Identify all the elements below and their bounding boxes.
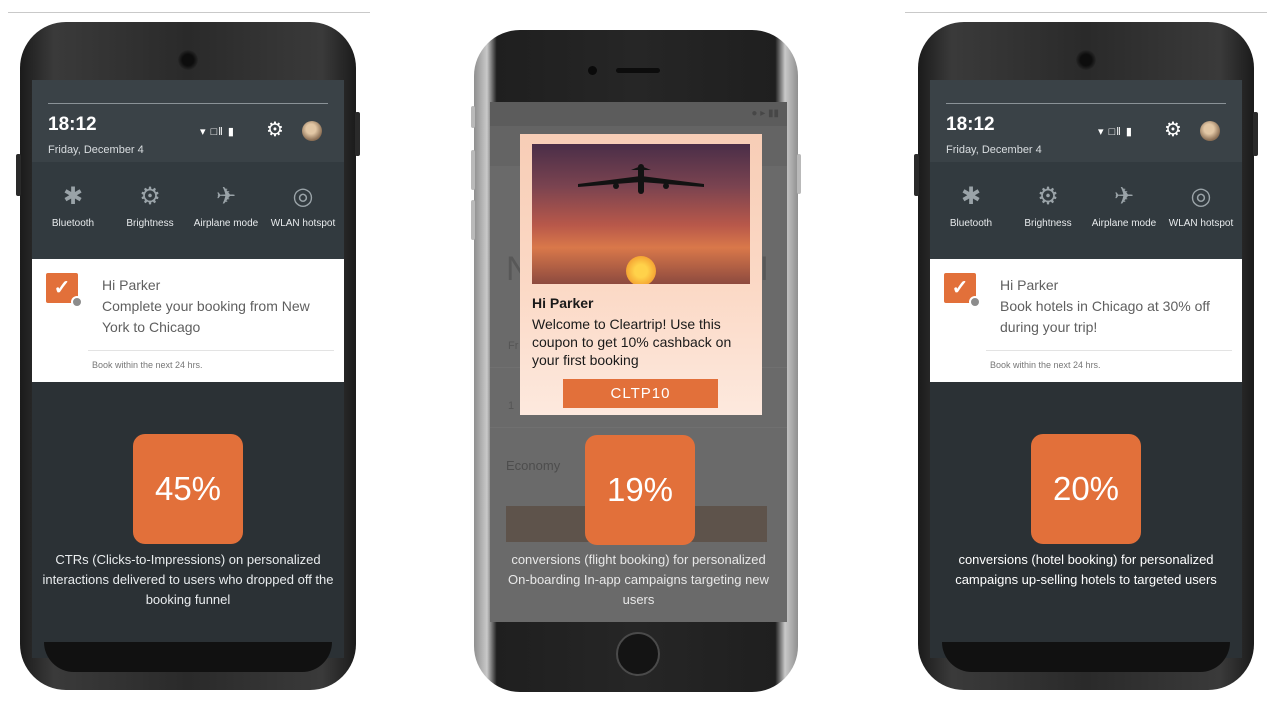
quick-setting-brightness[interactable]: ⚙ Brightness [111,180,189,229]
stat-tile: 20% [1031,434,1141,544]
volume-button [355,112,360,156]
quick-setting-airplane[interactable]: ✈ Airplane mode [1085,180,1163,229]
notification-card[interactable]: ✓ Hi Parker Book hotels in Chicago at 30… [930,259,1242,382]
phone-chin [44,642,332,672]
stat-tile: 19% [585,435,695,545]
status-bar: ● ▸ ▮▮ [490,102,787,126]
notification-body: Complete your booking from New York to C… [102,298,310,335]
divider [490,427,787,428]
phone-screen: 18:12 Friday, December 4 ▾ □‖ ▮ ⚙ ✱ Blue… [32,80,344,658]
stat-caption: conversions (flight booking) for persona… [508,552,769,607]
coupon-code-button[interactable]: CLTP10 [563,379,718,408]
volume-button [471,200,475,240]
phone-chin [942,642,1230,672]
quick-setting-label: Airplane mode [193,218,259,229]
stat-tile: 45% [133,434,243,544]
sun-graphic [626,256,656,284]
coupon-title: Hi Parker [532,295,594,311]
quick-setting-hotspot[interactable]: ◎ WLAN hotspot [1162,180,1240,229]
avatar[interactable] [302,121,322,141]
airplane-icon: ✈ [1113,183,1135,210]
quick-setting-label: Brightness [126,218,174,229]
power-button [797,154,801,194]
date-label: Friday, December 4 [946,144,1042,156]
clock: 18:12 [946,114,995,135]
status-bar: 18:12 Friday, December 4 ▾ □‖ ▮ ⚙ [930,80,1242,162]
quick-setting-label: Bluetooth [949,218,993,229]
frame-line-right [905,12,1267,13]
quick-setting-bluetooth[interactable]: ✱ Bluetooth [34,180,112,229]
date-label: Friday, December 4 [48,144,144,156]
notification-title: Hi Parker [102,277,161,293]
quick-setting-airplane[interactable]: ✈ Airplane mode [187,180,265,229]
gear-icon[interactable]: ⚙ [266,120,284,140]
coupon-popup[interactable]: Hi Parker Welcome to Cleartrip! Use this… [520,134,762,415]
coupon-body: Welcome to Cleartrip! Use this coupon to… [532,316,732,368]
avatar[interactable] [1200,121,1220,141]
front-camera [588,66,597,75]
front-camera [178,50,198,70]
cabin-class-label: Economy [506,458,561,473]
brightness-icon: ⚙ [139,183,161,210]
quick-setting-label: WLAN hotspot [1168,218,1234,229]
bluetooth-icon: ✱ [62,183,84,210]
signal-icons: ▾ □‖ ▮ [1098,126,1133,138]
quick-setting-label: Brightness [1024,218,1072,229]
signal-icons: ▾ □‖ ▮ [200,126,235,138]
brightness-icon: ⚙ [1037,183,1059,210]
front-camera [1076,50,1096,70]
airplane-sunset-image [532,144,750,284]
bluetooth-icon: ✱ [960,183,982,210]
notification-footer: Book within the next 24 hrs. [92,360,203,370]
stat-caption: CTRs (Clicks-to-Impressions) on personal… [42,552,334,607]
frame-line-left [8,12,370,13]
android-phone-right: 18:12 Friday, December 4 ▾ □‖ ▮ ⚙ ✱ Blue… [914,22,1258,690]
iphone-center: ● ▸ ▮▮ N I Fr 1 Economy 19% conversions … [471,30,801,692]
app-badge-icon [969,296,981,308]
hotspot-icon: ◎ [292,183,314,210]
phone-screen: 18:12 Friday, December 4 ▾ □‖ ▮ ⚙ ✱ Blue… [930,80,1242,658]
quick-setting-brightness[interactable]: ⚙ Brightness [1009,180,1087,229]
status-bar: 18:12 Friday, December 4 ▾ □‖ ▮ ⚙ [32,80,344,162]
volume-button [471,150,475,190]
notification-card[interactable]: ✓ Hi Parker Complete your booking from N… [32,259,344,382]
power-button [16,154,21,196]
airplane-icon: ✈ [215,183,237,210]
background-text: Fr [508,340,519,352]
quick-setting-label: Airplane mode [1091,218,1157,229]
home-button[interactable] [616,632,660,676]
divider [946,103,1226,104]
hotspot-icon: ◎ [1190,183,1212,210]
divider [986,350,1232,351]
app-badge-icon [71,296,83,308]
status-icons: ● ▸ ▮▮ [751,108,779,119]
power-button [914,154,919,196]
background-text: 1 [508,400,515,412]
notification-footer: Book within the next 24 hrs. [990,360,1101,370]
quick-settings: ✱ Bluetooth ⚙ Brightness ✈ Airplane mode… [32,162,344,259]
notification-title: Hi Parker [1000,277,1059,293]
quick-setting-label: Bluetooth [51,218,95,229]
mute-switch [471,106,475,128]
quick-settings: ✱ Bluetooth ⚙ Brightness ✈ Airplane mode… [930,162,1242,259]
divider [48,103,328,104]
android-phone-left: 18:12 Friday, December 4 ▾ □‖ ▮ ⚙ ✱ Blue… [16,22,360,690]
gear-icon[interactable]: ⚙ [1164,120,1182,140]
divider [88,350,334,351]
notification-body: Book hotels in Chicago at 30% off during… [1000,298,1210,335]
quick-setting-label: WLAN hotspot [270,218,336,229]
stat-caption: conversions (hotel booking) for personal… [955,552,1217,587]
volume-button [1253,112,1258,156]
earpiece [616,68,660,73]
clock: 18:12 [48,114,97,135]
airplane-icon [578,164,704,194]
quick-setting-bluetooth[interactable]: ✱ Bluetooth [932,180,1010,229]
quick-setting-hotspot[interactable]: ◎ WLAN hotspot [264,180,342,229]
